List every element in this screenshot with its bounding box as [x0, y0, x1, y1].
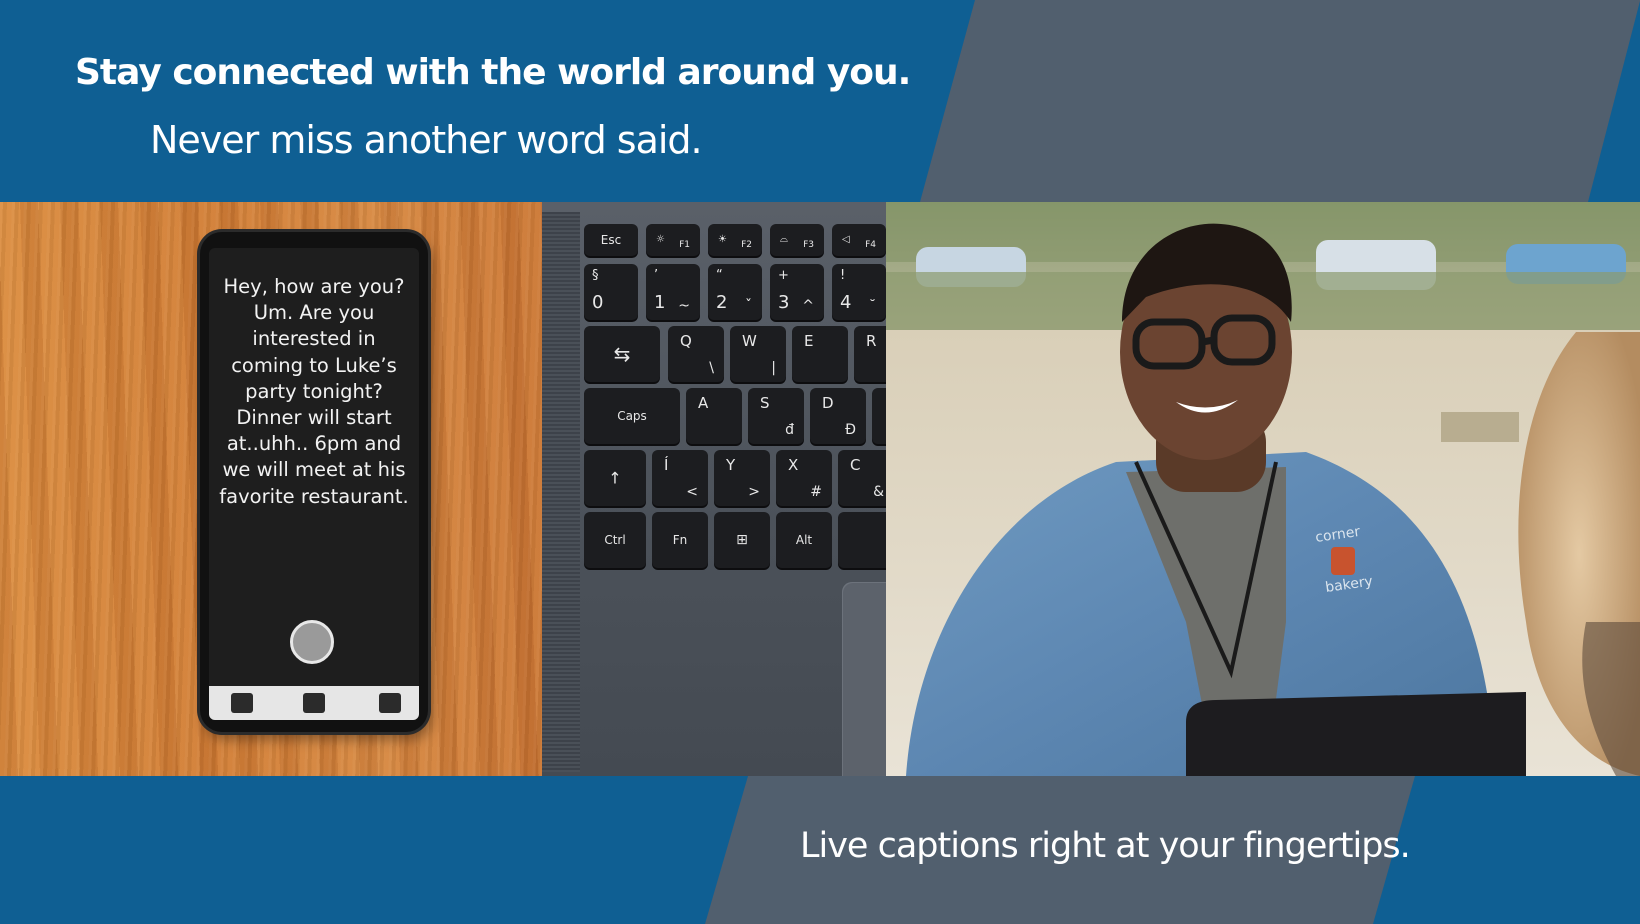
key-space[interactable]	[838, 512, 886, 568]
key-windows[interactable]: ⊞	[714, 512, 770, 568]
laptop-screen-back	[1186, 692, 1526, 776]
keyboard-photo-panel: Esc ☼ F1 ☀ F2 ⌓ F3 ◁ F4 § 0 ’ 1 ~ “2 ˇ +3 ^ ! 4 ˘ ⇆…	[542, 202, 886, 776]
key-1[interactable]: ’ 1 ~	[646, 264, 700, 320]
key-i-acute[interactable]: Í <	[652, 450, 708, 506]
key-alt[interactable]: Alt	[776, 512, 832, 568]
key-4[interactable]: ! 4 ˘	[832, 264, 886, 320]
smartphone: Hey, how are you? Um. Are you interested…	[200, 232, 428, 732]
key-caps[interactable]: Caps	[584, 388, 680, 444]
nav-home-button[interactable]	[303, 693, 325, 713]
key-s[interactable]: Sđ	[748, 388, 804, 444]
key-3[interactable]: +3 ^	[770, 264, 824, 320]
key-c[interactable]: C &	[838, 450, 886, 506]
key-f3[interactable]: ⌓ F3	[770, 224, 824, 256]
key-f2[interactable]: ☀ F2	[708, 224, 762, 256]
person-photo-panel: corner bakery	[886, 202, 1640, 776]
brightness-up-icon: ☀	[718, 234, 727, 245]
key-w[interactable]: W |	[730, 326, 786, 382]
phone-screen: Hey, how are you? Um. Are you interested…	[209, 248, 419, 720]
phone-nav-bar	[209, 686, 419, 720]
tagline: Live captions right at your fingertips.	[800, 826, 1411, 866]
shift-icon: ↑	[608, 468, 622, 488]
backlight-icon: ⌓	[780, 234, 788, 245]
key-f1[interactable]: ☼ F1	[646, 224, 700, 256]
key-a[interactable]: A	[686, 388, 742, 444]
phone-photo-panel: Hey, how are you? Um. Are you interested…	[0, 202, 542, 776]
key-f[interactable]	[872, 388, 886, 444]
nav-recents-button[interactable]	[379, 693, 401, 713]
speaker-grille	[542, 212, 580, 772]
key-fn[interactable]: Fn	[652, 512, 708, 568]
key-d[interactable]: DĐ	[810, 388, 866, 444]
outdoor-scene: corner bakery	[886, 202, 1640, 776]
key-x[interactable]: X #	[776, 450, 832, 506]
headline: Stay connected with the world around you…	[75, 52, 911, 93]
live-caption-text: Hey, how are you? Um. Are you interested…	[219, 275, 409, 508]
key-f4[interactable]: ◁ F4	[832, 224, 886, 256]
windows-logo-icon: ⊞	[736, 532, 748, 548]
brightness-down-icon: ☼	[656, 234, 665, 245]
key-r[interactable]: R	[854, 326, 886, 382]
key-esc[interactable]: Esc	[584, 224, 638, 256]
record-button[interactable]	[290, 620, 334, 664]
mute-icon: ◁	[842, 234, 850, 245]
park-sign	[1441, 412, 1519, 442]
subheadline: Never miss another word said.	[150, 118, 703, 162]
tab-icon: ⇆	[613, 342, 631, 366]
key-tab[interactable]: ⇆	[584, 326, 660, 382]
slide: Stay connected with the world around you…	[0, 0, 1640, 924]
key-0[interactable]: § 0	[584, 264, 638, 320]
key-y[interactable]: Y >	[714, 450, 770, 506]
trackpad[interactable]	[842, 582, 886, 776]
nav-back-button[interactable]	[231, 693, 253, 713]
top-slate-band	[920, 0, 1640, 202]
key-q[interactable]: Q \	[668, 326, 724, 382]
key-shift[interactable]: ↑	[584, 450, 646, 506]
key-ctrl[interactable]: Ctrl	[584, 512, 646, 568]
key-2[interactable]: “2 ˇ	[708, 264, 762, 320]
key-e[interactable]: E	[792, 326, 848, 382]
